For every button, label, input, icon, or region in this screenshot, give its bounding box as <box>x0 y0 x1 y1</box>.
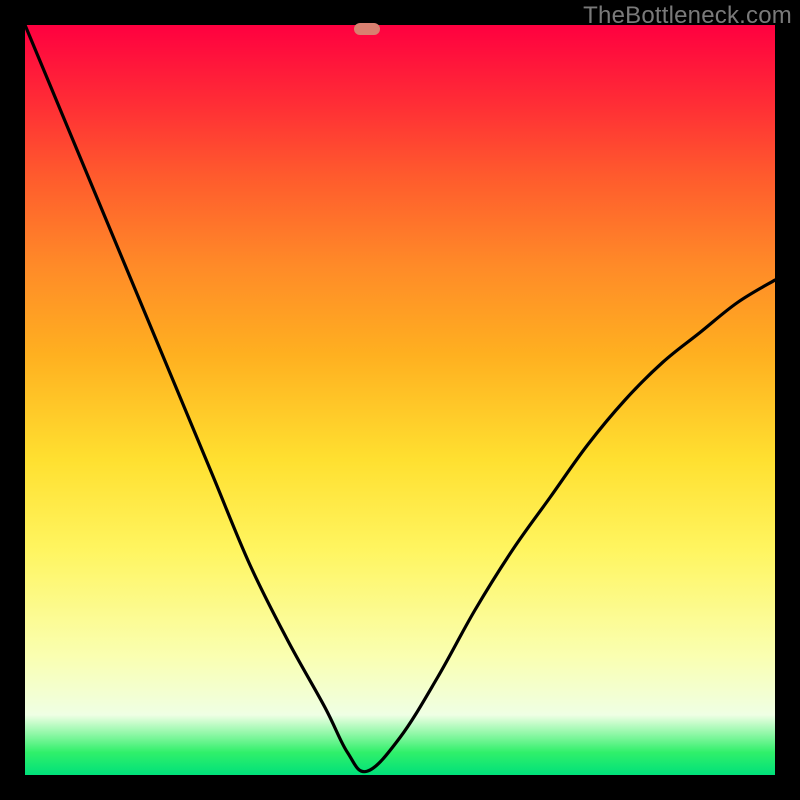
plot-area <box>25 25 775 775</box>
chart-frame: TheBottleneck.com <box>0 0 800 800</box>
optimal-point-marker <box>354 23 380 35</box>
bottleneck-curve <box>25 25 775 775</box>
